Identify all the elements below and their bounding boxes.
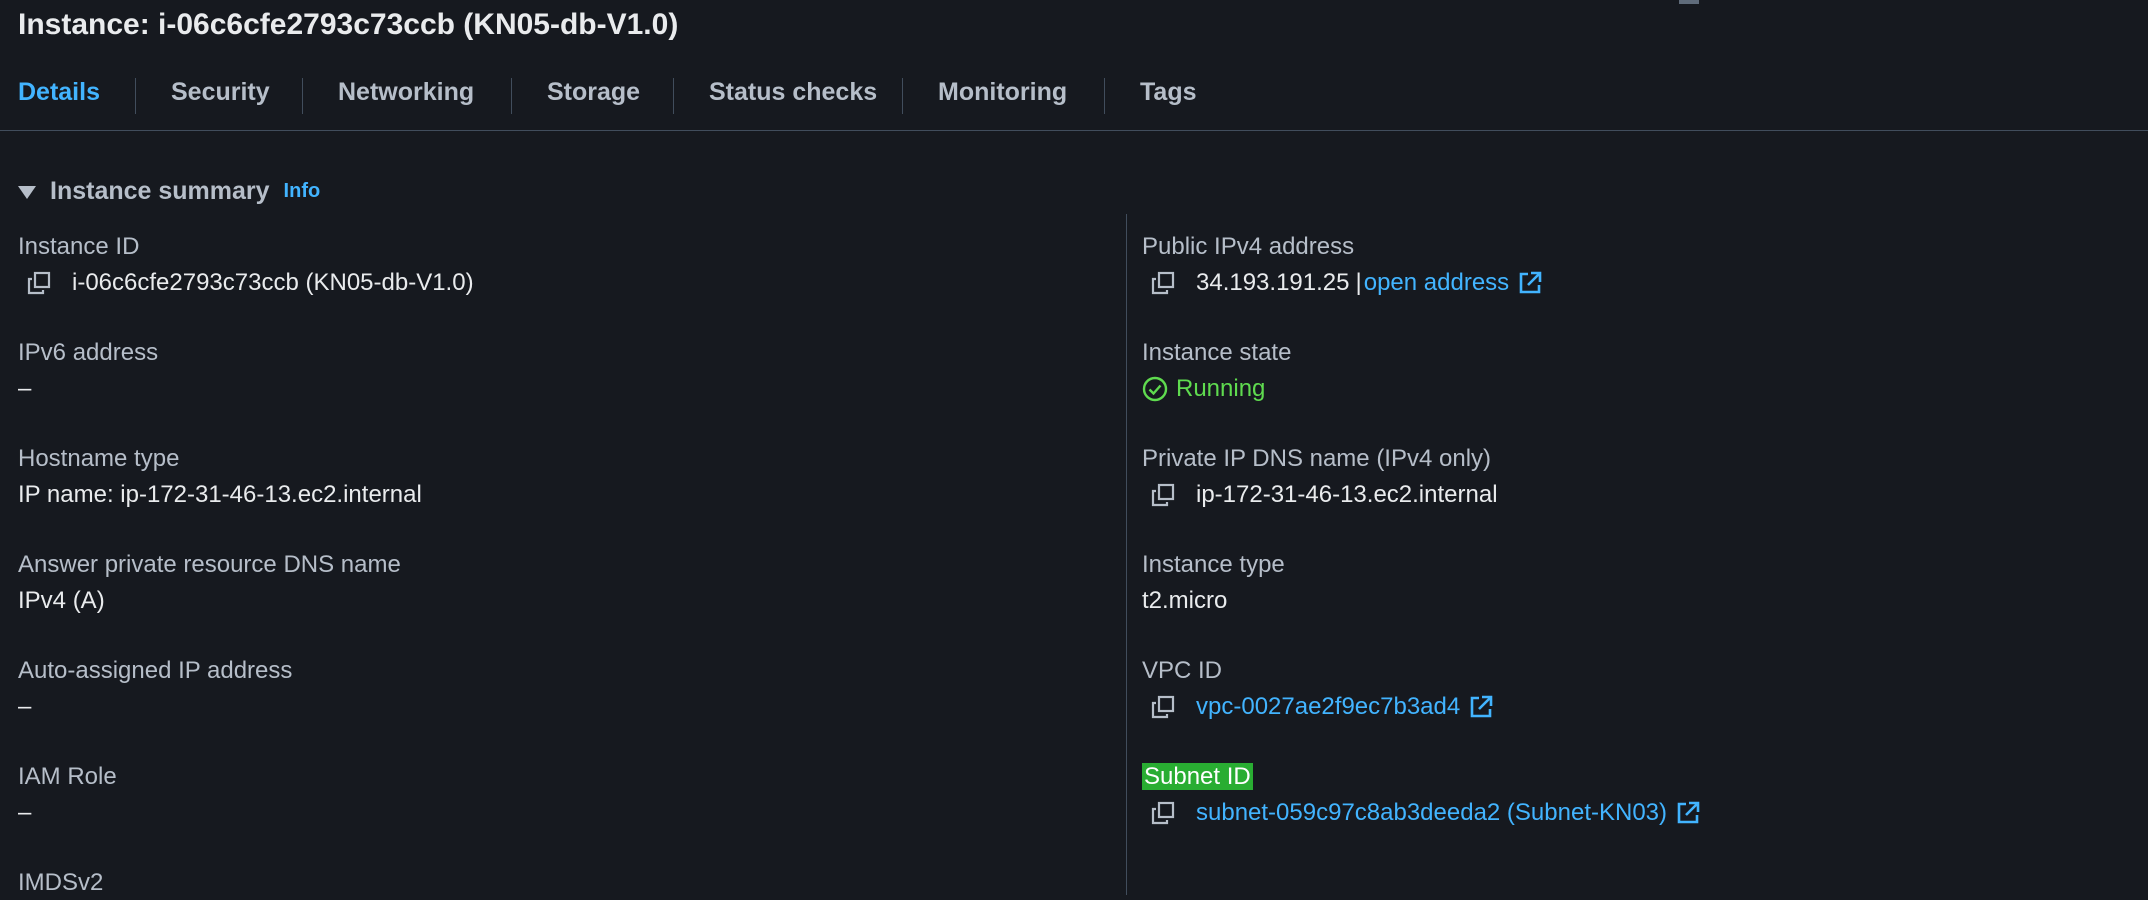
field-value: – [18,693,32,720]
field-hostname-type: Hostname type IP name: ip-172-31-46-13.e… [18,442,422,514]
instance-summary-header[interactable]: Instance summary Info [18,174,320,208]
field-value: vpc-0027ae2f9ec7b3ad4 [1142,688,1494,726]
copy-icon[interactable] [1150,694,1176,720]
field-label: VPC ID [1142,657,1223,684]
field-label: Answer private resource DNS name [18,551,401,578]
field-value: IPv4 (A) [18,587,105,614]
field-instance-id: Instance ID i-06c6cfe2793c73ccb (KN05-db… [18,230,474,302]
check-circle-icon [1142,376,1168,402]
external-link-icon[interactable] [1517,270,1543,296]
info-link[interactable]: Info [284,180,321,203]
caret-down-icon[interactable] [18,185,36,199]
tab-divider [1104,78,1105,114]
field-value: 34.193.191.25 | open address [1142,264,1543,302]
tab-status-checks[interactable]: Status checks [709,78,877,107]
field-value: IP name: ip-172-31-46-13.ec2.internal [18,481,422,508]
tab-security[interactable]: Security [171,78,270,107]
tab-divider [135,78,136,114]
field-value: i-06c6cfe2793c73ccb (KN05-db-V1.0) [18,264,474,302]
field-subnet-id: Subnet ID subnet-059c97c8ab3deeda2 (Subn… [1142,760,1701,832]
external-link-icon[interactable] [1468,694,1494,720]
instance-id-value: i-06c6cfe2793c73ccb (KN05-db-V1.0) [72,269,474,296]
field-value: – [18,375,32,402]
copy-icon[interactable] [1150,800,1176,826]
field-value: ip-172-31-46-13.ec2.internal [1142,476,1498,514]
field-public-ipv4: Public IPv4 address 34.193.191.25 | open… [1142,230,1543,302]
field-label: Subnet ID [1142,760,1701,794]
public-ipv4-value: 34.193.191.25 [1196,269,1350,296]
field-instance-type: Instance type t2.micro [1142,548,1285,620]
field-value: – [18,799,32,826]
status-badge: Running [1176,375,1266,402]
external-link-icon[interactable] [1675,800,1701,826]
copy-icon[interactable] [1150,270,1176,296]
copy-icon[interactable] [26,270,52,296]
field-label: Hostname type [18,445,180,472]
field-auto-ip: Auto-assigned IP address – [18,654,292,726]
field-label: Instance type [1142,551,1285,578]
tab-divider [511,78,512,114]
field-label: IAM Role [18,763,117,790]
tab-networking[interactable]: Networking [338,78,474,107]
tab-monitoring[interactable]: Monitoring [938,78,1067,107]
tab-bar: Details Security Networking Storage Stat… [0,70,2148,131]
scrollbar-thumb[interactable] [1679,0,1699,4]
tab-storage[interactable]: Storage [547,78,640,107]
field-iam-role: IAM Role – [18,760,117,832]
field-label: Instance ID [18,233,140,260]
copy-icon[interactable] [1150,482,1176,508]
field-label: Instance state [1142,339,1292,366]
vpc-id-link[interactable]: vpc-0027ae2f9ec7b3ad4 [1196,688,1460,726]
tab-divider [902,78,903,114]
field-vpc-id: VPC ID vpc-0027ae2f9ec7b3ad4 [1142,654,1494,726]
field-label: Private IP DNS name (IPv4 only) [1142,445,1492,472]
highlighted-label: Subnet ID [1142,763,1253,790]
field-instance-state: Instance state Running [1142,336,1291,408]
tab-tags[interactable]: Tags [1140,78,1197,107]
field-answer-dns: Answer private resource DNS name IPv4 (A… [18,548,401,620]
separator: | [1355,269,1362,296]
subnet-id-link[interactable]: subnet-059c97c8ab3deeda2 (Subnet-KN03) [1196,794,1667,832]
tab-divider [302,78,303,114]
field-value: Running [1142,370,1291,408]
field-label: Public IPv4 address [1142,233,1355,260]
open-address-link[interactable]: open address [1364,264,1509,302]
private-dns-value: ip-172-31-46-13.ec2.internal [1196,481,1498,508]
column-divider [1126,214,1127,895]
tab-details[interactable]: Details [18,78,100,107]
page-title: Instance: i-06c6cfe2793c73ccb (KN05-db-V… [18,8,679,41]
field-private-dns: Private IP DNS name (IPv4 only) ip-172-3… [1142,442,1498,514]
field-value: subnet-059c97c8ab3deeda2 (Subnet-KN03) [1142,794,1701,832]
tab-divider [673,78,674,114]
field-ipv6-address: IPv6 address – [18,336,158,408]
field-value: t2.micro [1142,587,1228,614]
field-label: Auto-assigned IP address [18,657,293,684]
field-label: IPv6 address [18,339,159,366]
section-title: Instance summary [50,176,270,205]
